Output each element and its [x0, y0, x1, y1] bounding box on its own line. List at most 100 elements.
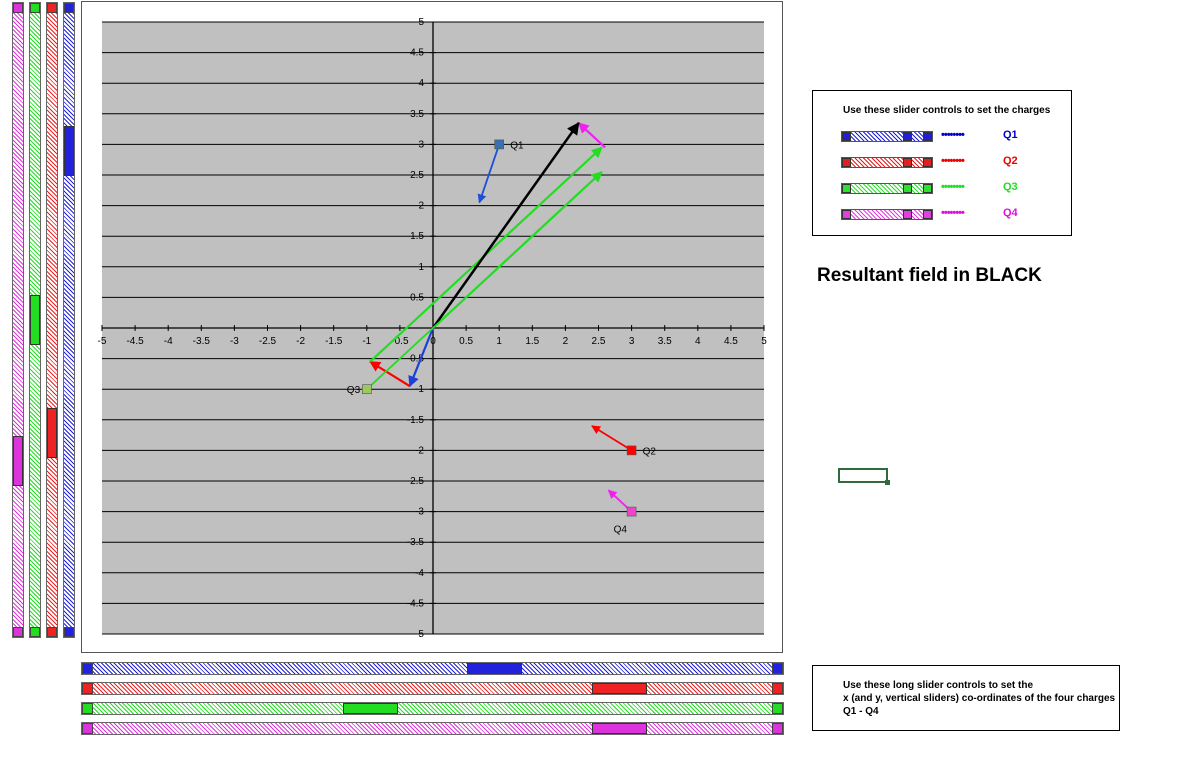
- y-tick-label: 4.5: [410, 48, 424, 59]
- info-line-1: Use these long slider controls to set th…: [843, 680, 1034, 691]
- legend-line-marker: ••••••••: [941, 181, 965, 193]
- q1-x-slider[interactable]: [81, 662, 784, 675]
- y-tick-label: 4: [418, 78, 424, 89]
- y-tick-label: 3: [418, 139, 424, 150]
- legend-label: Q3: [1003, 181, 1018, 193]
- y-tick-label: 2: [418, 201, 424, 212]
- scroll-left-arrow-icon[interactable]: [82, 703, 93, 714]
- charge-marker: [626, 445, 637, 456]
- x-tick-label: -0.5: [391, 336, 409, 347]
- x-tick-label: 2: [563, 336, 569, 347]
- q4-x-slider[interactable]: [81, 722, 784, 735]
- scroll-right-arrow-icon[interactable]: [772, 723, 783, 734]
- x-tick-label: -4.5: [126, 336, 144, 347]
- scroll-right-arrow-icon[interactable]: [772, 683, 783, 694]
- scroll-right-arrow-icon[interactable]: [923, 132, 932, 141]
- y-tick-label: -4: [415, 568, 424, 579]
- y-tick-label: 2.5: [410, 170, 424, 181]
- charge-slider-q3[interactable]: [841, 183, 933, 194]
- slider-thumb[interactable]: [467, 663, 523, 674]
- charge-slider-q2[interactable]: [841, 157, 933, 168]
- scroll-right-arrow-icon[interactable]: [923, 184, 932, 193]
- scroll-left-arrow-icon[interactable]: [82, 663, 93, 674]
- scroll-down-arrow-icon[interactable]: [30, 627, 40, 637]
- scroll-down-arrow-icon[interactable]: [13, 627, 23, 637]
- coordinate-info-box: Use these long slider controls to set th…: [812, 665, 1120, 731]
- info-line-3: Q1 - Q4: [843, 706, 879, 717]
- x-tick-label: 3.5: [658, 336, 672, 347]
- q3-y-slider[interactable]: [29, 2, 41, 638]
- x-tick-label: 0: [430, 336, 436, 347]
- y-tick-label: 0.5: [410, 292, 424, 303]
- scroll-right-arrow-icon[interactable]: [923, 210, 932, 219]
- scroll-right-arrow-icon[interactable]: [772, 703, 783, 714]
- y-tick-label: 5: [418, 17, 424, 28]
- scroll-down-arrow-icon[interactable]: [47, 627, 57, 637]
- scroll-right-arrow-icon[interactable]: [772, 663, 783, 674]
- scroll-up-arrow-icon[interactable]: [13, 3, 23, 13]
- field-chart: -5 -4.5 -4 -3.5 -3 -2.5 -2 -1.5 -1 -0.5 0 0.5 1 1.5 2 2…: [98, 17, 768, 640]
- slider-thumb[interactable]: [903, 132, 913, 141]
- x-tick-label: 4: [695, 336, 701, 347]
- legend-label: Q2: [1003, 155, 1018, 167]
- slider-thumb[interactable]: [592, 683, 648, 694]
- slider-thumb[interactable]: [592, 723, 648, 734]
- selected-cell[interactable]: [838, 468, 890, 485]
- slider-thumb[interactable]: [903, 184, 913, 193]
- q2-x-slider[interactable]: [81, 682, 784, 695]
- slider-thumb[interactable]: [903, 210, 913, 219]
- q4-y-slider[interactable]: [12, 2, 24, 638]
- scroll-left-arrow-icon[interactable]: [842, 210, 851, 219]
- x-tick-label: -3.5: [193, 336, 211, 347]
- x-tick-label: -2.5: [259, 336, 277, 347]
- slider-thumb[interactable]: [903, 158, 913, 167]
- scroll-up-arrow-icon[interactable]: [30, 3, 40, 13]
- slider-thumb[interactable]: [47, 407, 57, 458]
- x-tick-label: 1.5: [525, 336, 539, 347]
- legend-line-marker: ••••••••: [941, 207, 965, 219]
- scroll-left-arrow-icon[interactable]: [82, 723, 93, 734]
- charge-label: Q2: [643, 446, 657, 457]
- legend-label: Q4: [1003, 207, 1018, 219]
- slider-thumb[interactable]: [13, 436, 23, 486]
- scroll-left-arrow-icon[interactable]: [82, 683, 93, 694]
- charge-label: Q4: [614, 525, 628, 536]
- resultant-field-label: Resultant field in BLACK: [817, 265, 1042, 286]
- legend-line-marker: ••••••••: [941, 129, 965, 141]
- x-tick-label: 0.5: [459, 336, 473, 347]
- charge-label: Q3: [347, 385, 361, 396]
- x-tick-label: 5: [761, 336, 767, 347]
- x-tick-label: 3: [629, 336, 635, 347]
- y-tick-label: 1.5: [410, 231, 424, 242]
- y-tick-label: 3.5: [410, 109, 424, 120]
- y-tick-label: -2.5: [407, 476, 425, 487]
- charge-slider-q1[interactable]: [841, 131, 933, 142]
- slider-thumb[interactable]: [30, 295, 40, 345]
- x-tick-label: 1: [496, 336, 502, 347]
- scroll-right-arrow-icon[interactable]: [923, 158, 932, 167]
- slider-thumb[interactable]: [342, 703, 398, 714]
- q3-x-slider[interactable]: [81, 702, 784, 715]
- x-tick-label: 4.5: [724, 336, 738, 347]
- y-tick-label: 1: [418, 262, 424, 273]
- scroll-down-arrow-icon[interactable]: [64, 627, 74, 637]
- y-tick-label: -1: [415, 384, 424, 395]
- q1-y-slider[interactable]: [63, 2, 75, 638]
- charge-marker: [494, 139, 505, 150]
- scroll-up-arrow-icon[interactable]: [64, 3, 74, 13]
- charge-slider-q4[interactable]: [841, 209, 933, 220]
- scroll-left-arrow-icon[interactable]: [842, 132, 851, 141]
- y-tick-label: -1.5: [407, 415, 425, 426]
- scroll-left-arrow-icon[interactable]: [842, 158, 851, 167]
- x-tick-label: -1: [362, 336, 371, 347]
- legend-label: Q1: [1003, 129, 1018, 141]
- scroll-up-arrow-icon[interactable]: [47, 3, 57, 13]
- info-line-2: x (and y, vertical sliders) co-ordinates…: [843, 693, 1116, 704]
- charge-marker: [626, 506, 637, 517]
- q2-y-slider[interactable]: [46, 2, 58, 638]
- slider-thumb[interactable]: [64, 125, 74, 176]
- x-tick-label: -2: [296, 336, 305, 347]
- legend-line-marker: ••••••••: [941, 155, 965, 167]
- scroll-left-arrow-icon[interactable]: [842, 184, 851, 193]
- x-tick-label: -3: [230, 336, 239, 347]
